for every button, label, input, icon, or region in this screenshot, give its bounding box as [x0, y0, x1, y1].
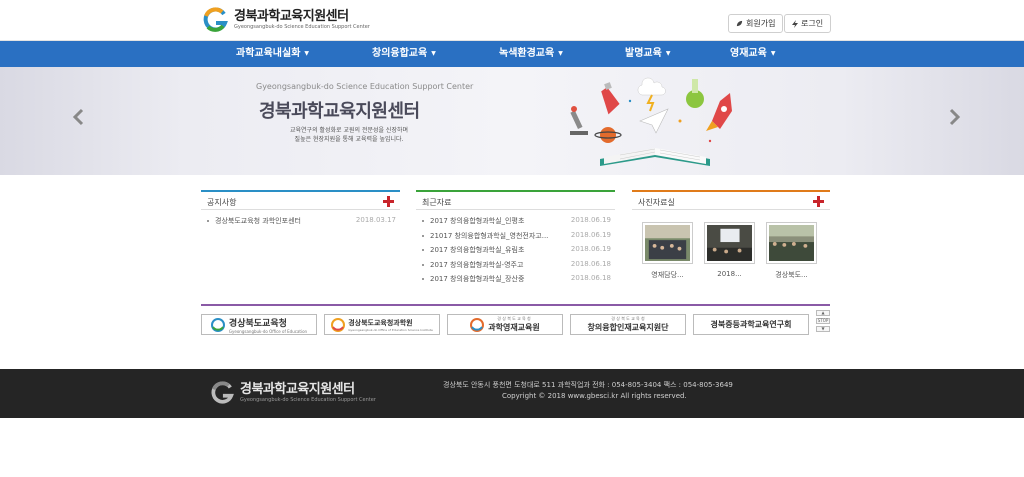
- login-button[interactable]: 로그인: [784, 14, 832, 33]
- partner-link[interactable]: 경상북도교육청과학원 Gyeongsangbuk-do Office of Ed…: [324, 314, 440, 335]
- next-slide-button[interactable]: [945, 105, 965, 129]
- photo-thumbnail[interactable]: [642, 222, 693, 264]
- science-illustration: [570, 77, 732, 166]
- site-logo[interactable]: 경북과학교육지원센터 Gyeongsangbuk-do Science Educ…: [202, 6, 370, 34]
- leaf-icon: [736, 20, 743, 27]
- partner-logo-icon: [470, 317, 485, 332]
- partner-link[interactable]: 경상북도교육청 Gyeongsangbuk-do Office of Educa…: [201, 314, 317, 335]
- partner-link[interactable]: 경 상 북 도 교 육 청 창의융합인재교육지원단: [570, 314, 686, 335]
- recent-title: 최근자료: [422, 198, 452, 207]
- site-footer: 경북과학교육지원센터 Gyeongsangbuk-do Science Educ…: [0, 369, 1024, 418]
- photo-caption: 경상북도...: [775, 271, 808, 279]
- photo-image: [645, 225, 690, 261]
- photo-caption: 영재담당...: [651, 271, 684, 279]
- photo-image: [769, 225, 814, 261]
- photo-thumbnail[interactable]: [766, 222, 817, 264]
- notice-title: 공지사항: [207, 198, 237, 207]
- recent-item[interactable]: 2017 창의융합형과학실_유림초 2018.06.19: [416, 243, 615, 258]
- photo-image: [707, 225, 752, 261]
- join-button[interactable]: 회원가입: [728, 14, 784, 33]
- footer-copyright: Copyright © 2018 www.gbesci.kr All right…: [502, 392, 687, 400]
- stop-button[interactable]: STOP: [816, 318, 830, 324]
- footer-address: 경상북도 안동시 풍천면 도청대로 511 과학직업과 전화 : 054-805…: [443, 381, 733, 389]
- partner-banner-strip: 경상북도교육청 Gyeongsangbuk-do Office of Educa…: [201, 304, 830, 336]
- hero-description: 교육연구의 활성화로 교원의 전문성을 신장하며 질높은 현장지원을 통해 교육…: [289, 127, 409, 143]
- recent-board: 최근자료 2017 창의융합형과학실_인평초 2018.06.19 21017 창…: [416, 190, 615, 302]
- hero-subtitle: Gyeongsangbuk-do Science Education Suppo…: [256, 82, 474, 91]
- recent-item[interactable]: 2017 창의융합형과학실-영주고 2018.06.18: [416, 258, 615, 273]
- nav-item-gifted[interactable]: 영재교육 ▼: [730, 41, 775, 67]
- recent-item[interactable]: 2017 창의융합형과학실_인평초 2018.06.19: [416, 214, 615, 229]
- nav-item-green[interactable]: 녹색환경교육 ▼: [499, 41, 563, 67]
- scroll-down-button[interactable]: ▼: [816, 326, 830, 332]
- chevron-down-icon: ▼: [770, 50, 776, 57]
- chevron-down-icon: ▼: [304, 50, 310, 57]
- partner-link[interactable]: 경북중등과학교육연구회: [693, 314, 809, 335]
- photo-title: 사진자료실: [638, 198, 675, 207]
- logo-g-icon: [202, 7, 228, 33]
- footer-logo: 경북과학교육지원센터 Gyeongsangbuk-do Science Educ…: [210, 381, 376, 405]
- chevron-down-icon: ▼: [431, 50, 436, 57]
- plus-icon[interactable]: [813, 196, 824, 207]
- photo-caption: 2018...: [717, 270, 742, 278]
- main-nav: 과학교육내실화 ▼ 창의융합교육 ▼ 녹색환경교육 ▼ 발명교육 ▼ 영재교육 ▼: [0, 41, 1024, 67]
- photo-board: 사진자료실 영재담당... 2018... 경상북도...: [632, 190, 830, 302]
- chevron-down-icon: ▼: [558, 50, 563, 57]
- scroll-up-button[interactable]: ▲: [816, 310, 830, 316]
- site-subtitle: Gyeongsangbuk-do Science Education Suppo…: [234, 24, 370, 30]
- logo-g-icon: [211, 381, 234, 404]
- footer-title: 경북과학교육지원센터: [240, 382, 355, 397]
- notice-board: 공지사항 경상북도교육청 과학인포센터 2018.03.17: [201, 190, 400, 302]
- footer-subtitle: Gyeongsangbuk-do Science Education Suppo…: [240, 397, 376, 403]
- partner-link[interactable]: 경 상 북 도 교 육 청 과학영재교육원: [447, 314, 563, 335]
- nav-item-invention[interactable]: 발명교육 ▼: [625, 41, 670, 67]
- top-header: 경북과학교육지원센터 Gyeongsangbuk-do Science Educ…: [0, 0, 1024, 41]
- nav-item-science[interactable]: 과학교육내실화 ▼: [236, 41, 309, 67]
- partner-logo-icon: [210, 317, 225, 332]
- prev-slide-button[interactable]: [68, 105, 88, 129]
- recent-item[interactable]: 2017 창의융합형과학실_장산중 2018.06.18: [416, 272, 615, 287]
- page: 경북과학교육지원센터 Gyeongsangbuk-do Science Educ…: [0, 0, 1024, 477]
- photo-thumbnail[interactable]: [704, 222, 755, 264]
- partner-logo-icon: [331, 317, 346, 332]
- hero-title: 경북과학교육지원센터: [259, 101, 420, 122]
- join-label: 회원가입: [746, 19, 776, 28]
- lightning-icon: [792, 19, 798, 28]
- site-title: 경북과학교육지원센터: [234, 9, 349, 24]
- chevron-left-icon: [72, 108, 84, 126]
- chevron-down-icon: ▼: [665, 50, 671, 57]
- hero-banner: Gyeongsangbuk-do Science Education Suppo…: [0, 67, 1024, 175]
- notice-item[interactable]: 경상북도교육청 과학인포센터 2018.03.17: [201, 214, 400, 229]
- recent-item[interactable]: 21017 창의융합형과학실_영천전자고... 2018.06.19: [416, 229, 615, 244]
- plus-icon[interactable]: [383, 196, 394, 207]
- login-label: 로그인: [801, 19, 824, 28]
- nav-item-convergence[interactable]: 창의융합교육 ▼: [372, 41, 436, 67]
- chevron-right-icon: [949, 108, 961, 126]
